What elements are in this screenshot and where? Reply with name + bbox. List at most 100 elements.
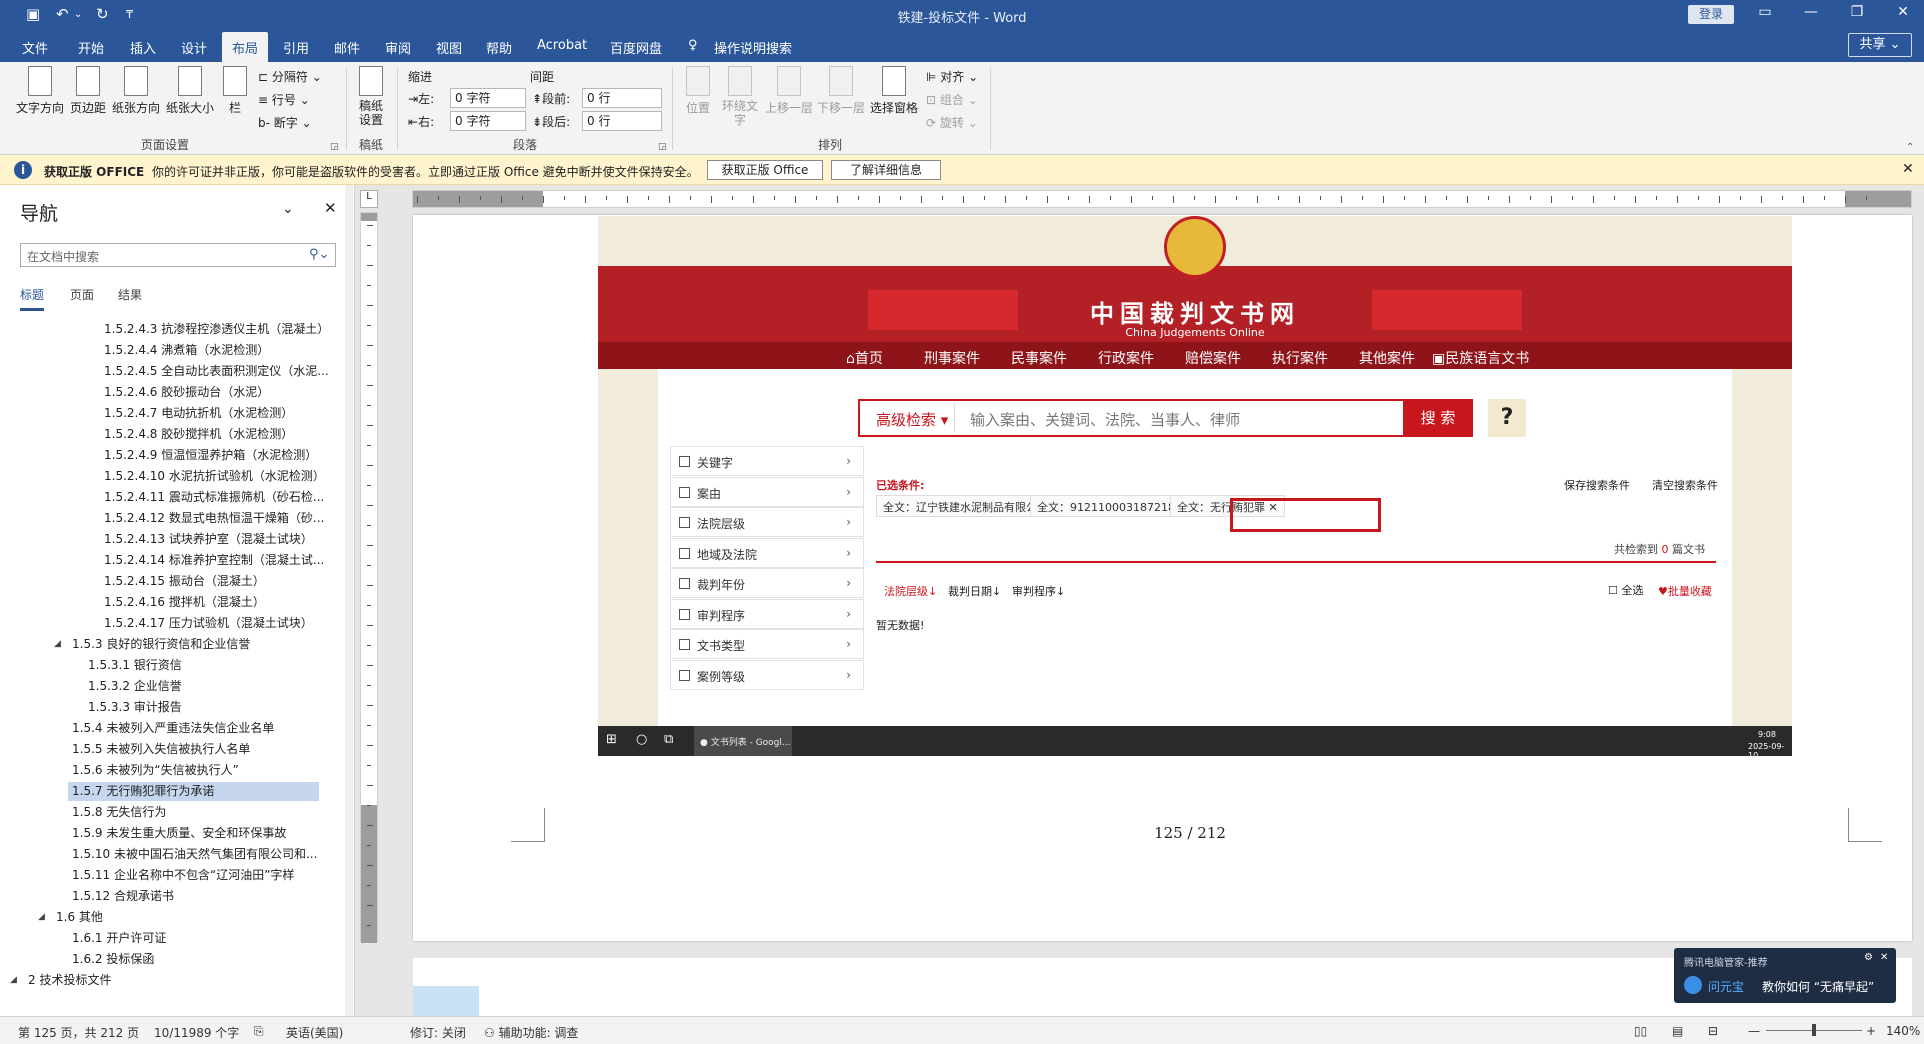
- task-view-icon[interactable]: ⧉: [664, 732, 673, 747]
- expand-triangle-icon[interactable]: ◢: [54, 635, 61, 654]
- tab-mailings[interactable]: 邮件: [334, 38, 360, 57]
- tab-acrobat[interactable]: Acrobat: [537, 38, 587, 53]
- bring-forward-button[interactable]: 上移一层: [764, 66, 814, 116]
- nav-options-icon[interactable]: ⌄: [282, 201, 294, 217]
- site-nav-admin[interactable]: 行政案件: [1098, 348, 1154, 368]
- maximize-icon[interactable]: ❐: [1842, 4, 1872, 20]
- zoom-level[interactable]: 140%: [1886, 1024, 1920, 1038]
- text-direction-button[interactable]: 文字方向: [14, 66, 66, 116]
- tab-layout[interactable]: 布局: [222, 32, 269, 62]
- save-search-link[interactable]: 保存搜索条件: [1564, 477, 1630, 493]
- site-nav-other[interactable]: 其他案件: [1359, 348, 1415, 368]
- zoom-out-icon[interactable]: —: [1748, 1024, 1760, 1038]
- nav-heading-item[interactable]: 1.5.2.4.4 沸煮箱（水泥检测）: [100, 341, 269, 360]
- site-nav-execution[interactable]: 执行案件: [1272, 348, 1328, 368]
- tab-review[interactable]: 审阅: [385, 38, 411, 57]
- nav-heading-item[interactable]: 1.5.2.4.9 恒温恒湿养护箱（水泥检测）: [100, 446, 317, 465]
- filter-item[interactable]: 案由 ›: [670, 476, 864, 507]
- expand-triangle-icon[interactable]: ◢: [38, 908, 45, 927]
- toast-settings-icon[interactable]: ⚙: [1864, 952, 1873, 963]
- nav-heading-item[interactable]: 1.5.3.1 银行资信: [84, 656, 182, 675]
- tab-references[interactable]: 引用: [283, 38, 309, 57]
- nav-heading-item[interactable]: ◢ 1.6 其他: [38, 908, 103, 927]
- learn-more-button[interactable]: 了解详细信息: [831, 160, 941, 180]
- filter-item[interactable]: 法院层级 ›: [670, 507, 864, 537]
- ribbon-display-icon[interactable]: ▭: [1750, 4, 1780, 20]
- close-infobar-icon[interactable]: ✕: [1902, 161, 1914, 177]
- zoom-in-icon[interactable]: +: [1866, 1024, 1876, 1038]
- site-nav-criminal[interactable]: 刑事案件: [924, 348, 980, 368]
- nav-scrollbar[interactable]: [345, 185, 353, 1016]
- nav-heading-item[interactable]: 1.5.2.4.5 全自动比表面积测定仪（水泥...: [100, 362, 329, 381]
- nav-heading-item[interactable]: 1.5.2.4.12 数显式电热恒温干燥箱（砂...: [100, 509, 324, 528]
- nav-heading-item[interactable]: 1.5.2.4.6 胶砂振动台（水泥）: [100, 383, 269, 402]
- status-words[interactable]: 10/11989 个字: [154, 1024, 239, 1041]
- page-setup-launcher-icon[interactable]: ◲: [330, 142, 339, 152]
- nav-heading-item[interactable]: 1.5.6 未被列为“失信被执行人”: [68, 761, 239, 780]
- print-layout-icon[interactable]: ▤: [1672, 1024, 1683, 1038]
- status-track-changes[interactable]: 修订: 关闭: [410, 1024, 466, 1041]
- toast-close-icon[interactable]: ✕: [1880, 952, 1888, 963]
- tell-me-search[interactable]: 操作说明搜索: [714, 38, 792, 57]
- tab-baidu-netdisk[interactable]: 百度网盘: [610, 38, 662, 57]
- tab-help[interactable]: 帮助: [486, 38, 512, 57]
- filter-item[interactable]: 地域及法院 ›: [670, 537, 864, 568]
- site-nav-civil[interactable]: 民事案件: [1011, 348, 1067, 368]
- nav-heading-item[interactable]: ◢ 2 技术投标文件: [10, 971, 111, 990]
- site-search-box[interactable]: 高级检索 ▾ 输入案由、关键词、法院、当事人、律师: [858, 399, 1412, 437]
- nav-heading-item[interactable]: 1.5.2.4.14 标准养护室控制（混凝土试...: [100, 551, 324, 570]
- nav-heading-item[interactable]: 1.5.2.4.7 电动抗折机（水泥检测）: [100, 404, 293, 423]
- status-page[interactable]: 第 125 页，共 212 页: [18, 1024, 139, 1041]
- get-genuine-button[interactable]: 获取正版 Office: [707, 160, 823, 180]
- horizontal-ruler[interactable]: [412, 190, 1912, 208]
- tab-selector[interactable]: L: [360, 190, 378, 208]
- breaks-button[interactable]: ⊏ 分隔符 ⌄: [258, 68, 322, 85]
- tab-view[interactable]: 视图: [436, 38, 462, 57]
- send-backward-button[interactable]: 下移一层: [816, 66, 866, 116]
- collapse-ribbon-icon[interactable]: ⌃: [1906, 142, 1914, 153]
- nav-heading-item[interactable]: 1.5.2.4.15 振动台（混凝土）: [100, 572, 265, 591]
- size-button[interactable]: 纸张大小: [164, 66, 216, 116]
- site-search-button[interactable]: 搜 索: [1403, 399, 1473, 437]
- taskbar-chrome-item[interactable]: ● 文书列表 - Googl...: [694, 726, 792, 756]
- nav-heading-item[interactable]: 1.5.2.4.11 震动式标准振筛机（砂石检...: [100, 488, 324, 507]
- paragraph-launcher-icon[interactable]: ◲: [658, 142, 667, 152]
- filter-item[interactable]: 审判程序 ›: [670, 598, 864, 629]
- zoom-slider-thumb[interactable]: [1812, 1024, 1816, 1036]
- nav-heading-item[interactable]: 1.5.2.4.10 水泥抗折试验机（水泥检测）: [100, 467, 325, 486]
- line-numbers-button[interactable]: ≡ 行号 ⌄: [258, 91, 310, 108]
- nav-heading-item[interactable]: 1.6.2 投标保函: [68, 950, 154, 969]
- site-nav-compensation[interactable]: 赔偿案件: [1185, 348, 1241, 368]
- draft-settings-button[interactable]: 稿纸设置: [354, 66, 388, 127]
- nav-heading-item[interactable]: 1.5.2.4.17 压力试验机（混凝土试块）: [100, 614, 313, 633]
- nav-heading-item[interactable]: 1.5.4 未被列入严重违法失信企业名单: [68, 719, 274, 738]
- notification-toast[interactable]: 腾讯电脑管家-推荐 ⚙ ✕ 问元宝 教你如何 “无痛早起”: [1674, 948, 1896, 1003]
- indent-left-input[interactable]: 0 字符: [450, 88, 526, 108]
- nav-search-input[interactable]: 在文档中搜索 ⚲⌄: [20, 243, 336, 267]
- nav-heading-item[interactable]: 1.5.3.2 企业信誉: [84, 677, 182, 696]
- nav-heading-item[interactable]: 1.5.12 合规承诺书: [68, 887, 174, 906]
- nav-heading-item[interactable]: 1.5.7 无行贿犯罪行为承诺: [68, 782, 319, 801]
- hyphenation-button[interactable]: b- 断字 ⌄: [258, 114, 312, 131]
- nav-tab-pages[interactable]: 页面: [70, 286, 94, 303]
- nav-heading-item[interactable]: 1.5.2.4.13 试块养护室（混凝土试块）: [100, 530, 313, 549]
- expand-triangle-icon[interactable]: ◢: [10, 971, 17, 990]
- help-button[interactable]: ?: [1488, 399, 1526, 437]
- position-button[interactable]: 位置: [680, 66, 716, 116]
- nav-heading-item[interactable]: 1.5.8 无失信行为: [68, 803, 166, 822]
- nav-heading-item[interactable]: 1.5.9 未发生重大质量、安全和环保事故: [68, 824, 286, 843]
- search-icon[interactable]: ⚲⌄: [309, 247, 329, 262]
- nav-heading-item[interactable]: 1.5.11 企业名称中不包含“辽河油田”字样: [68, 866, 294, 885]
- filter-item[interactable]: 关键字 ›: [670, 446, 864, 476]
- tab-insert[interactable]: 插入: [130, 38, 156, 57]
- nav-heading-item[interactable]: 1.5.2.4.3 抗渗程控渗透仪主机（混凝土）: [100, 320, 329, 339]
- status-accessibility[interactable]: ⚇ 辅助功能: 调查: [484, 1024, 578, 1041]
- tab-home[interactable]: 开始: [78, 38, 104, 57]
- nav-tab-headings[interactable]: 标题: [20, 286, 45, 311]
- status-language[interactable]: 英语(美国): [286, 1024, 343, 1041]
- web-layout-icon[interactable]: ⊟: [1708, 1024, 1718, 1038]
- margins-button[interactable]: 页边距: [68, 66, 108, 116]
- nav-heading-item[interactable]: ◢ 1.5.3 良好的银行资信和企业信誉: [54, 635, 250, 654]
- nav-heading-item[interactable]: 1.5.5 未被列入失信被执行人名单: [68, 740, 250, 759]
- share-button[interactable]: 共享 ⌄: [1848, 33, 1912, 57]
